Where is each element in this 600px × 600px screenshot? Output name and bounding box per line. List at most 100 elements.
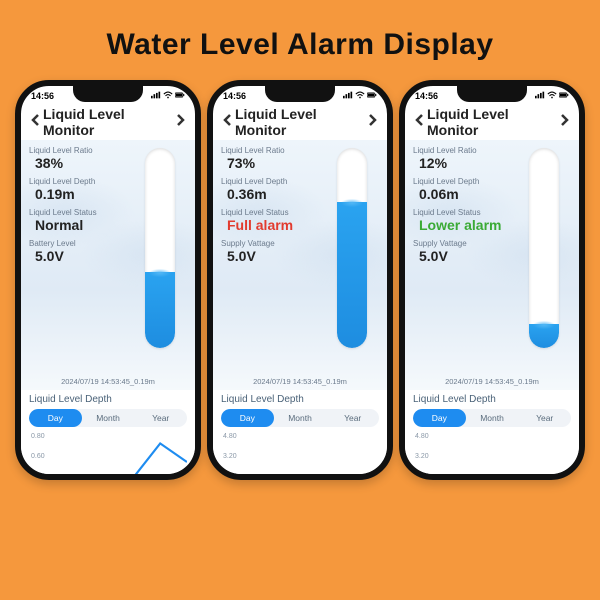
readings: Liquid Level Ratio 38% Liquid Level Dept… bbox=[29, 146, 124, 264]
reading-status: Liquid Level Status Normal bbox=[29, 208, 124, 233]
label-ratio: Liquid Level Ratio bbox=[29, 146, 124, 155]
phone-notch bbox=[265, 86, 335, 102]
status-time: 14:56 bbox=[415, 91, 438, 101]
label-status: Liquid Level Status bbox=[221, 208, 316, 217]
timestamp: 2024/07/19 14:53:45_0.19m bbox=[213, 377, 387, 386]
level-tube: 73% bbox=[335, 148, 369, 348]
label-power: Supply Vattage bbox=[413, 239, 508, 248]
status-icons bbox=[151, 91, 185, 101]
tab-month[interactable]: Month bbox=[82, 409, 135, 427]
tab-day[interactable]: Day bbox=[221, 409, 274, 427]
wifi-icon bbox=[547, 91, 557, 101]
label-power: Battery Level bbox=[29, 239, 124, 248]
label-depth: Liquid Level Depth bbox=[413, 177, 508, 186]
timestamp: 2024/07/19 14:53:45_0.19m bbox=[405, 377, 579, 386]
chart-title: Liquid Level Depth bbox=[413, 394, 571, 405]
ytick: 1.60 bbox=[223, 473, 237, 480]
status-icons bbox=[343, 91, 377, 101]
tube: 12% bbox=[529, 148, 559, 348]
chart-section: Liquid Level Depth Day Month Year 4.80 3.… bbox=[213, 390, 387, 480]
main-readout: Liquid Level Ratio 73% Liquid Level Dept… bbox=[213, 140, 387, 390]
ytick: 3.20 bbox=[223, 453, 237, 460]
reading-ratio: Liquid Level Ratio 12% bbox=[413, 146, 508, 171]
tube-fill bbox=[145, 272, 175, 348]
phone-mockup: 14:56 Liquid Level Monitor Liquid Level … bbox=[399, 80, 585, 480]
battery-icon bbox=[175, 91, 185, 101]
phone-notch bbox=[457, 86, 527, 102]
tab-year[interactable]: Year bbox=[134, 409, 187, 427]
page-title: Water Level Alarm Display bbox=[0, 0, 600, 80]
tube: 38% bbox=[145, 148, 175, 348]
tube-fill bbox=[529, 324, 559, 348]
value-ratio: 38% bbox=[29, 155, 124, 171]
value-depth: 0.36m bbox=[221, 186, 316, 202]
battery-icon bbox=[367, 91, 377, 101]
tab-month[interactable]: Month bbox=[466, 409, 519, 427]
tube-fill bbox=[337, 202, 367, 348]
chart-svg bbox=[53, 431, 187, 480]
phone-mockup: 14:56 Liquid Level Monitor Liquid Level … bbox=[15, 80, 201, 480]
forward-icon[interactable] bbox=[557, 113, 571, 132]
ytick: 0.80 bbox=[31, 433, 45, 440]
back-icon[interactable] bbox=[221, 113, 235, 132]
tab-year[interactable]: Year bbox=[518, 409, 571, 427]
status-time: 14:56 bbox=[223, 91, 246, 101]
reading-power: Battery Level 5.0V bbox=[29, 239, 124, 264]
tab-day[interactable]: Day bbox=[413, 409, 466, 427]
forward-icon[interactable] bbox=[365, 113, 379, 132]
forward-icon[interactable] bbox=[173, 113, 187, 132]
chart-section: Liquid Level Depth Day Month Year 4.803.… bbox=[405, 390, 579, 480]
label-ratio: Liquid Level Ratio bbox=[413, 146, 508, 155]
reading-status: Liquid Level Status Full alarm bbox=[221, 208, 316, 233]
value-ratio: 12% bbox=[413, 155, 508, 171]
mini-chart: 4.80 3.20 1.60 bbox=[221, 431, 379, 480]
back-icon[interactable] bbox=[413, 113, 427, 132]
ytick: 0.60 bbox=[31, 453, 45, 460]
phone-notch bbox=[73, 86, 143, 102]
tab-year[interactable]: Year bbox=[326, 409, 379, 427]
value-power: 5.0V bbox=[413, 248, 508, 264]
chart-svg bbox=[437, 431, 571, 480]
level-tube: 38% bbox=[143, 148, 177, 348]
chart-section: Liquid Level Depth Day Month Year 0.80 0.… bbox=[21, 390, 195, 480]
level-tube: 12% bbox=[527, 148, 561, 348]
chart-title: Liquid Level Depth bbox=[221, 394, 379, 405]
value-status: Full alarm bbox=[221, 217, 316, 233]
mini-chart: 4.803.201.60 bbox=[413, 431, 571, 480]
battery-icon bbox=[559, 91, 569, 101]
tube: 73% bbox=[337, 148, 367, 348]
phone-row: 14:56 Liquid Level Monitor Liquid Level … bbox=[0, 80, 600, 480]
tab-month[interactable]: Month bbox=[274, 409, 327, 427]
label-power: Supply Vattage bbox=[221, 239, 316, 248]
app-title: Liquid Level Monitor bbox=[43, 106, 173, 138]
status-time: 14:56 bbox=[31, 91, 54, 101]
label-ratio: Liquid Level Ratio bbox=[221, 146, 316, 155]
timestamp: 2024/07/19 14:53:45_0.19m bbox=[21, 377, 195, 386]
ytick: 4.80 bbox=[223, 433, 237, 440]
main-readout: Liquid Level Ratio 38% Liquid Level Dept… bbox=[21, 140, 195, 390]
main-readout: Liquid Level Ratio 12% Liquid Level Dept… bbox=[405, 140, 579, 390]
readings: Liquid Level Ratio 73% Liquid Level Dept… bbox=[221, 146, 316, 264]
wifi-icon bbox=[163, 91, 173, 101]
chart-title: Liquid Level Depth bbox=[29, 394, 187, 405]
app-header: Liquid Level Monitor bbox=[405, 102, 579, 140]
reading-power: Supply Vattage 5.0V bbox=[221, 239, 316, 264]
app-title: Liquid Level Monitor bbox=[235, 106, 365, 138]
ytick: 3.20 bbox=[415, 453, 429, 460]
label-status: Liquid Level Status bbox=[413, 208, 508, 217]
value-status: Lower alarm bbox=[413, 217, 508, 233]
ytick: 0.40 bbox=[31, 473, 45, 480]
value-depth: 0.19m bbox=[29, 186, 124, 202]
value-power: 5.0V bbox=[29, 248, 124, 264]
signal-icon bbox=[535, 91, 545, 101]
value-power: 5.0V bbox=[221, 248, 316, 264]
tab-day[interactable]: Day bbox=[29, 409, 82, 427]
signal-icon bbox=[151, 91, 161, 101]
value-depth: 0.06m bbox=[413, 186, 508, 202]
value-status: Normal bbox=[29, 217, 124, 233]
reading-depth: Liquid Level Depth 0.36m bbox=[221, 177, 316, 202]
back-icon[interactable] bbox=[29, 113, 43, 132]
app-header: Liquid Level Monitor bbox=[21, 102, 195, 140]
readings: Liquid Level Ratio 12% Liquid Level Dept… bbox=[413, 146, 508, 264]
reading-ratio: Liquid Level Ratio 38% bbox=[29, 146, 124, 171]
